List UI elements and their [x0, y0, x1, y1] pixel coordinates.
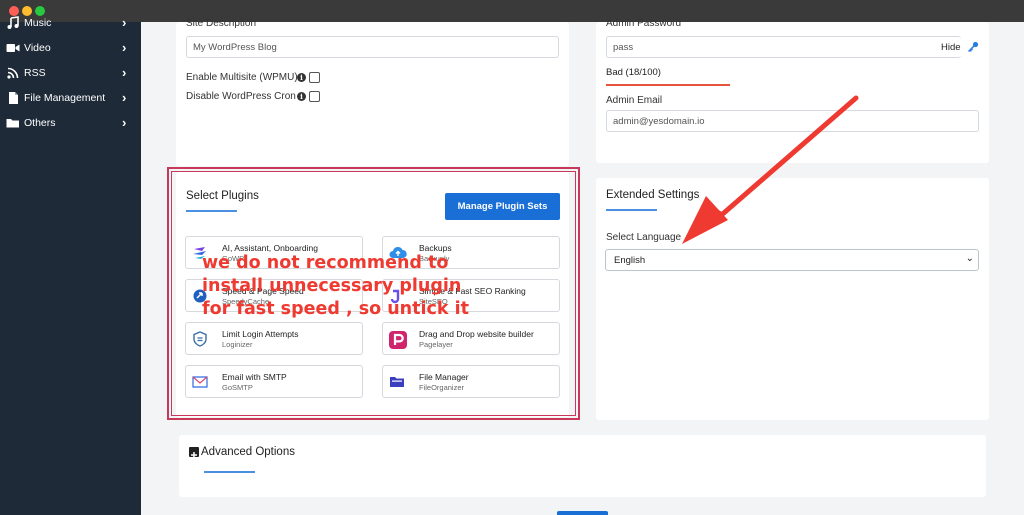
heading-underline	[606, 209, 657, 211]
music-icon	[6, 16, 20, 30]
admin-password-label: Admin Password	[606, 18, 682, 29]
annotation-overlay: we do not recommend to install unnecessa…	[202, 252, 469, 321]
annotation-line: for fast speed , so untick it	[202, 299, 469, 319]
language-value: English	[614, 255, 646, 266]
rss-icon	[6, 66, 20, 80]
sidebar: Music › Video › RSS › File Management › …	[0, 15, 141, 515]
expand-plus-icon[interactable]	[189, 447, 199, 458]
admin-email-label: Admin Email	[606, 95, 663, 106]
site-settings-card: Site Description My WordPress Blog Enabl…	[176, 18, 569, 166]
submit-button[interactable]	[557, 511, 608, 515]
annotation-arrow	[682, 95, 859, 244]
chevron-right-icon: ›	[122, 15, 127, 30]
chevron-right-icon: ›	[122, 40, 127, 55]
window-titlebar	[0, 0, 1024, 22]
hide-password-toggle[interactable]: Hide	[941, 42, 961, 53]
folder-icon	[6, 116, 20, 130]
sidebar-item-music[interactable]: Music ›	[0, 14, 141, 36]
admin-password-input[interactable]: pass	[606, 36, 961, 58]
chevron-down-icon: ⌄	[965, 253, 974, 264]
sidebar-item-label: Music	[24, 17, 52, 29]
sidebar-item-others[interactable]: Others ›	[0, 114, 141, 136]
advanced-options-card	[179, 435, 986, 497]
advanced-options-heading[interactable]: Advanced Options	[201, 446, 295, 458]
sidebar-item-video[interactable]: Video ›	[0, 39, 141, 61]
chevron-right-icon: ›	[122, 90, 127, 105]
cron-checkbox[interactable]	[309, 91, 320, 102]
annotation-line: we do not recommend to	[202, 253, 449, 273]
sidebar-item-rss[interactable]: RSS ›	[0, 64, 141, 86]
multisite-label: Enable Multisite (WPMU)	[186, 72, 298, 83]
language-select[interactable]: English ⌄	[605, 249, 979, 271]
site-description-label: Site Description	[186, 18, 257, 29]
heading-underline	[204, 471, 255, 473]
chevron-right-icon: ›	[122, 65, 127, 80]
multisite-checkbox[interactable]	[309, 72, 320, 83]
password-strength-bar	[606, 84, 730, 86]
video-icon	[6, 41, 20, 55]
sidebar-item-label: Video	[24, 42, 51, 54]
key-icon[interactable]	[967, 40, 979, 53]
annotation-line: install unnecessary plugin	[202, 276, 462, 296]
sidebar-item-label: RSS	[24, 67, 46, 79]
info-icon[interactable]: i	[297, 73, 306, 82]
sidebar-item-label: Others	[24, 117, 56, 129]
file-icon	[6, 91, 20, 105]
sidebar-item-file-management[interactable]: File Management ›	[0, 89, 141, 111]
site-description-input[interactable]: My WordPress Blog	[186, 36, 559, 58]
password-strength-text: Bad (18/100)	[606, 67, 661, 78]
info-icon[interactable]: i	[297, 92, 306, 101]
cron-label: Disable WordPress Cron	[186, 91, 296, 102]
chevron-right-icon: ›	[122, 115, 127, 130]
sidebar-item-label: File Management	[24, 92, 106, 104]
